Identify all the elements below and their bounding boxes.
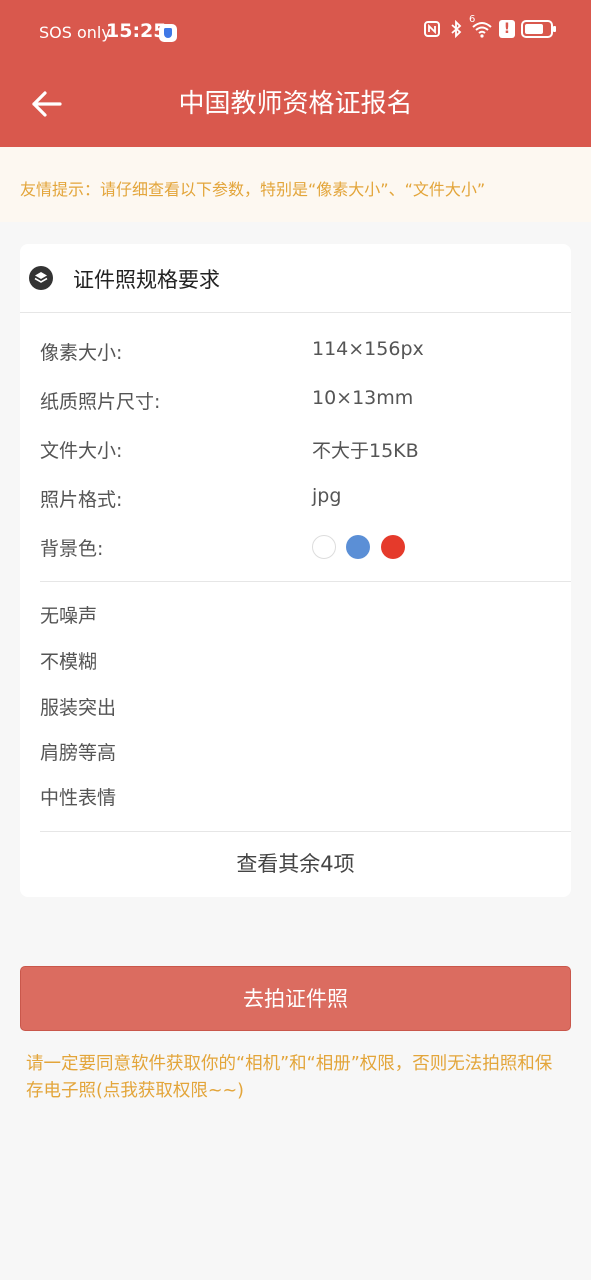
requirement-item: 不模糊 [40, 651, 98, 673]
view-more-button[interactable]: 查看其余4项 [20, 832, 571, 897]
spec-label: 文件大小: [40, 440, 123, 462]
tip-text: 友情提示：请仔细查看以下参数，特别是“像素大小”、“文件大小” [20, 180, 486, 199]
permission-notice-link[interactable]: 请一定要同意软件获取你的“相机”和“相册”权限，否则无法拍照和保存电子照(点我获… [26, 1051, 566, 1105]
clock-time: 15:25 [106, 20, 167, 42]
spec-row-background: 背景色: [40, 534, 551, 564]
spec-label: 照片格式: [40, 489, 123, 511]
spec-row-format: 照片格式: jpg [40, 485, 551, 515]
layers-icon [29, 266, 53, 290]
status-bar: SOS only 15:25 6 ! [0, 0, 591, 66]
spec-label: 背景色: [40, 538, 104, 560]
requirement-item: 服装突出 [40, 697, 117, 719]
spec-card: 证件照规格要求 像素大小: 114×156px 纸质照片尺寸: 10×13mm … [20, 244, 571, 897]
spec-value: jpg [312, 485, 342, 507]
wifi-icon: 6 [469, 14, 493, 38]
spec-row-file-size: 文件大小: 不大于15KB [40, 436, 551, 466]
nav-bar: 中国教师资格证报名 [0, 66, 591, 147]
app-header: SOS only 15:25 6 ! 中国教师资格证报名 [0, 0, 591, 147]
requirement-item: 肩膀等高 [40, 742, 117, 764]
nfc-icon [424, 21, 440, 37]
carrier-text: SOS only [39, 23, 111, 42]
spec-value: 不大于15KB [312, 440, 419, 462]
spec-label: 像素大小: [40, 342, 123, 364]
spec-value: 114×156px [312, 338, 424, 360]
divider [40, 581, 571, 582]
requirement-item: 无噪声 [40, 605, 98, 627]
spec-value: 10×13mm [312, 387, 414, 409]
status-icons: 6 ! [423, 14, 556, 38]
security-shield-icon [159, 24, 177, 42]
page-title: 中国教师资格证报名 [178, 89, 413, 119]
spec-row-pixel-size: 像素大小: 114×156px [40, 338, 551, 368]
page: SOS only 15:25 6 ! 中国教师资格证报名 友情提示：请仔细查看以… [0, 0, 591, 1280]
alert-icon: ! [499, 20, 515, 38]
spec-label: 纸质照片尺寸: [40, 391, 161, 413]
red-background-swatch [381, 535, 405, 559]
wifi-badge: 6 [469, 14, 476, 25]
requirement-item: 中性表情 [40, 787, 117, 809]
battery-icon [521, 20, 556, 38]
tip-banner: 友情提示：请仔细查看以下参数，特别是“像素大小”、“文件大小” [0, 147, 591, 222]
white-background-swatch [312, 535, 336, 559]
take-photo-button[interactable]: 去拍证件照 [20, 966, 571, 1031]
card-header: 证件照规格要求 [20, 244, 571, 313]
card-title: 证件照规格要求 [73, 268, 220, 292]
blue-background-swatch [346, 535, 370, 559]
bluetooth-icon [451, 20, 462, 38]
spec-row-paper-size: 纸质照片尺寸: 10×13mm [40, 387, 551, 417]
